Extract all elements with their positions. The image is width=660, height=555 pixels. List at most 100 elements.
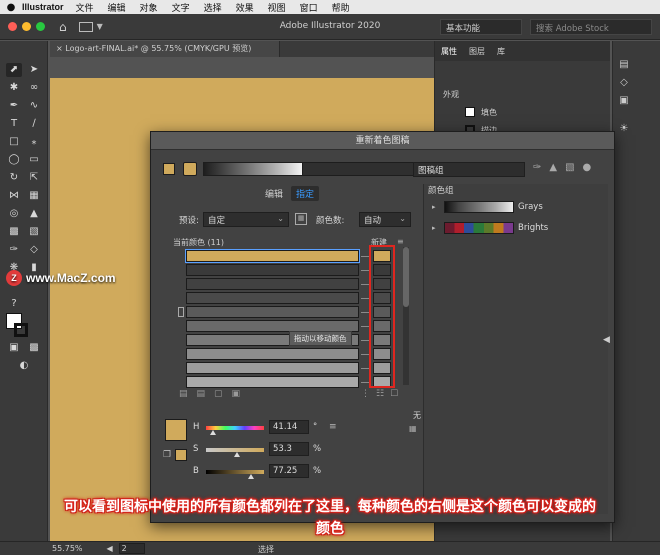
home-icon[interactable]: ⌂ [59, 20, 67, 34]
eraser-tool-icon[interactable]: ▭ [26, 153, 42, 167]
none-grid-icon[interactable]: ▦ [409, 424, 417, 433]
color-mode-cube-icon[interactable]: ❐ [163, 450, 171, 460]
new-group-folder-icon[interactable]: ▧ [565, 162, 574, 173]
minimize-window-button[interactable] [22, 22, 31, 31]
color-reduction-options-icon[interactable]: ▦ [295, 213, 307, 225]
help-icon[interactable]: ? [6, 297, 22, 311]
new-row-icon[interactable]: ▣ [232, 389, 241, 399]
current-color-bar[interactable] [186, 278, 359, 290]
slider-mode-menu-icon[interactable]: ≡ [329, 422, 337, 432]
eyedropper-tool-icon[interactable]: ✑ [6, 243, 22, 257]
mesh-tool-icon[interactable]: ▩ [6, 225, 22, 239]
artwork-color-chip[interactable] [163, 163, 175, 175]
menu-help[interactable]: 帮助 [332, 1, 350, 14]
slider-track[interactable] [206, 470, 264, 479]
tab-layers[interactable]: 图层 [469, 46, 485, 57]
current-color-bar[interactable] [186, 376, 359, 388]
original-color-swatch[interactable] [175, 449, 187, 461]
current-color-bar[interactable] [186, 292, 359, 304]
slider-knob[interactable] [233, 452, 240, 457]
scrollbar-thumb[interactable] [403, 247, 409, 307]
blend-tool-icon[interactable]: ◇ [26, 243, 42, 257]
slider-value-input[interactable]: 41.14 [269, 420, 309, 434]
current-color-bar[interactable] [186, 264, 359, 276]
menu-effect[interactable]: 效果 [236, 1, 254, 14]
randomize-order-icon[interactable]: ⋮ [361, 389, 370, 399]
drawing-mode-icon[interactable]: ◐ [16, 359, 32, 373]
color-count-select[interactable]: 自动 ⌄ [359, 212, 411, 227]
document-tab[interactable]: × Logo-art-FINAL.ai* @ 55.75% (CMYK/GPU … [50, 41, 280, 57]
lasso-tool-icon[interactable]: ∞ [26, 81, 42, 95]
color-group-brights[interactable]: ▸ Brights [432, 221, 607, 235]
expand-icon[interactable]: ▸ [432, 224, 440, 232]
harmony-gradient-bar[interactable] [203, 162, 303, 176]
properties-icon[interactable]: ▤ [617, 59, 631, 73]
sun-icon[interactable]: ☀ [617, 123, 631, 137]
exclude-colors-icon[interactable]: ▢ [214, 389, 223, 399]
current-color-bar[interactable] [186, 362, 359, 374]
menu-app-name[interactable]: Illustrator [22, 2, 64, 12]
slider-value-input[interactable]: 53.3 [269, 442, 309, 456]
rectangle-tool-icon[interactable]: □ [6, 135, 22, 149]
merge-colors-icon[interactable]: ▤ [179, 389, 188, 399]
delete-icon[interactable]: ● [583, 162, 592, 173]
page-nav-icon[interactable]: ◀ [107, 544, 113, 553]
menu-view[interactable]: 视图 [268, 1, 286, 14]
direct-selection-tool-icon[interactable]: ➤ [26, 63, 42, 77]
active-color-chip[interactable] [183, 162, 197, 176]
zoom-level[interactable]: 55.75% [52, 544, 83, 553]
stock-search-input[interactable]: 搜索 Adobe Stock [530, 19, 652, 35]
free-transform-tool-icon[interactable]: ▦ [26, 189, 42, 203]
none-color-icon[interactable]: ▩ [26, 341, 42, 355]
layers-icon[interactable]: ◇ [617, 77, 631, 91]
tab-libraries[interactable]: 库 [497, 46, 505, 57]
menu-icon[interactable]: ≡ [397, 237, 404, 246]
slider-track[interactable] [206, 448, 264, 457]
type-tool-icon[interactable]: T [6, 117, 22, 131]
magic-wand-tool-icon[interactable]: ✱ [6, 81, 22, 95]
tab-properties[interactable]: 属性 [441, 46, 457, 57]
brights-swatches[interactable] [444, 222, 514, 234]
collapse-panel-icon[interactable]: ◀ [603, 335, 610, 345]
apple-icon[interactable]: ● [0, 2, 22, 13]
slider-knob[interactable] [209, 430, 216, 435]
pen-tool-icon[interactable]: ✒ [6, 99, 22, 113]
save-group-icon[interactable]: ▲ [549, 162, 557, 173]
menu-window[interactable]: 窗口 [300, 1, 318, 14]
slider-track[interactable] [206, 426, 264, 435]
gradient-tool-icon[interactable]: ▧ [26, 225, 42, 239]
default-colors-icon[interactable]: ▣ [6, 341, 22, 355]
preset-select[interactable]: 自定 ⌄ [203, 212, 289, 227]
grays-swatches[interactable] [444, 201, 514, 213]
zoom-window-button[interactable] [36, 22, 45, 31]
current-color-bar[interactable] [186, 306, 359, 318]
tab-edit[interactable]: 编辑 [265, 187, 283, 200]
slider-value-input[interactable]: 77.25 [269, 464, 309, 478]
rotate-tool-icon[interactable]: ↻ [6, 171, 22, 185]
tab-assign[interactable]: 指定 [291, 186, 320, 201]
scale-tool-icon[interactable]: ⇱ [26, 171, 42, 185]
libraries-icon[interactable]: ▣ [617, 95, 631, 109]
width-tool-icon[interactable]: ⋈ [6, 189, 22, 203]
menu-select[interactable]: 选择 [204, 1, 222, 14]
chevron-down-icon[interactable]: ▼ [97, 22, 103, 31]
row-drag-marker[interactable] [178, 307, 184, 317]
menu-type[interactable]: 文字 [172, 1, 190, 14]
close-tab-icon[interactable]: × [56, 44, 65, 53]
page-number[interactable]: 2 [118, 543, 145, 554]
shape-builder-tool-icon[interactable]: ◎ [6, 207, 22, 221]
line-tool-icon[interactable]: ∕ [26, 117, 42, 131]
color-group-grays[interactable]: ▸ Grays [432, 200, 607, 214]
close-window-button[interactable] [8, 22, 17, 31]
color-group-name-field[interactable]: 图稿组 [413, 162, 525, 177]
selected-color-swatch[interactable] [165, 419, 187, 441]
arrange-documents-icon[interactable] [78, 21, 93, 32]
menu-file[interactable]: 文件 [76, 1, 94, 14]
randomize-saturation-icon[interactable]: ☷ [376, 389, 384, 399]
fill-color-chip[interactable] [465, 107, 475, 117]
shaper-tool-icon[interactable]: ◯ [6, 153, 22, 167]
stroke-swatch[interactable] [14, 323, 28, 337]
color-list-scrollbar[interactable] [403, 247, 409, 385]
current-color-bar[interactable] [185, 249, 360, 263]
paintbrush-tool-icon[interactable]: ⁎ [26, 135, 42, 149]
